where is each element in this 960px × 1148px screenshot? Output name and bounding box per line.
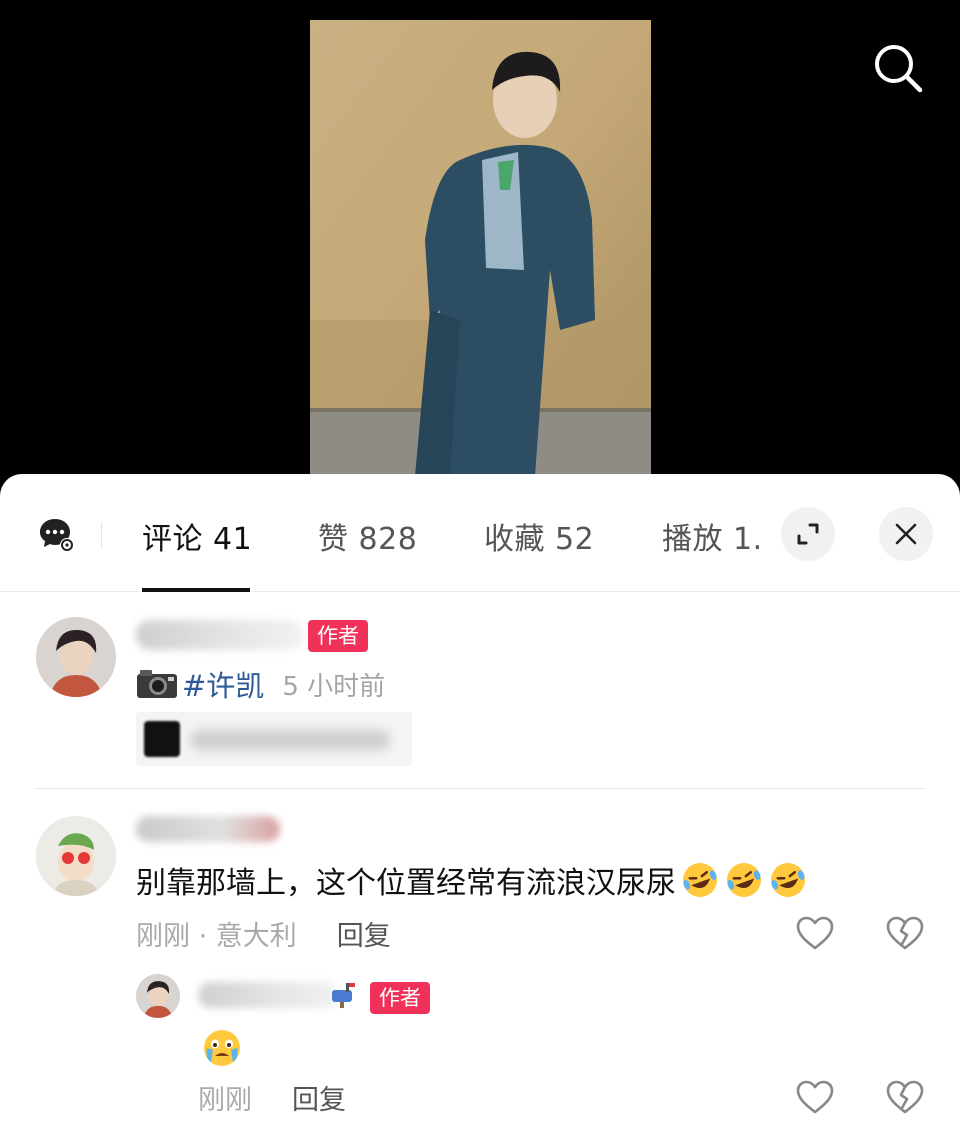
comments-panel: 评论 41 赞 828 收藏 52 播放 1. 作者 #许凯 5 小时前 别靠那… <box>0 474 960 1148</box>
reply-author-username[interactable] <box>198 982 338 1008</box>
attachment-thumb <box>144 721 180 757</box>
chat-bubble-icon[interactable] <box>38 516 76 554</box>
tab-comments[interactable]: 评论 41 <box>142 514 252 558</box>
broken-heart-icon <box>886 1080 924 1114</box>
video-frame[interactable] <box>310 20 651 476</box>
tab-likes[interactable]: 赞 828 <box>318 514 417 558</box>
reply-reply-button[interactable]: 回复 <box>292 1078 346 1117</box>
rofl-emoji-icon <box>771 863 805 897</box>
video-player[interactable] <box>0 0 960 480</box>
close-icon <box>895 523 917 545</box>
tab-divider <box>101 522 102 548</box>
comment-reply-button[interactable]: 回复 <box>337 914 391 953</box>
tab-plays[interactable]: 播放 1. <box>662 514 763 558</box>
search-icon <box>875 45 923 93</box>
comment-separator <box>36 788 924 789</box>
mailbox-emoji-icon <box>332 983 355 1008</box>
search-button[interactable] <box>870 40 926 96</box>
post-time: 5 小时前 <box>282 671 386 702</box>
comment-dislike-button[interactable] <box>885 914 925 954</box>
heart-icon <box>796 916 834 950</box>
commenter-username[interactable] <box>136 816 280 842</box>
reply-time: 刚刚 <box>198 1085 252 1116</box>
reply-dislike-button[interactable] <box>885 1078 925 1118</box>
author-post-line: #许凯 5 小时前 <box>136 664 385 704</box>
reply-author-tag: 作者 <box>370 982 430 1014</box>
comment-body: 别靠那墙上，这个位置经常有流浪汉尿尿 <box>136 858 808 902</box>
expand-button[interactable] <box>781 507 835 561</box>
comment-text: 别靠那墙上，这个位置经常有流浪汉尿尿 <box>136 866 676 901</box>
comment-like-button[interactable] <box>795 914 835 954</box>
tab-bar: 评论 41 赞 828 收藏 52 播放 1. <box>0 474 960 592</box>
broken-heart-icon <box>886 916 924 950</box>
comment-time-location: 刚刚 · 意大利 <box>136 921 297 952</box>
close-button[interactable] <box>879 507 933 561</box>
reply-like-button[interactable] <box>795 1078 835 1118</box>
attachment-card[interactable] <box>136 712 412 766</box>
camera-emoji-icon <box>137 670 177 698</box>
attachment-text-blur <box>190 730 390 750</box>
author-avatar[interactable] <box>36 617 116 697</box>
author-username[interactable] <box>136 620 304 650</box>
hashtag-link[interactable]: #许凯 <box>182 663 264 705</box>
comment-meta: 刚刚 · 意大利 回复 <box>136 914 391 953</box>
tab-favorites[interactable]: 收藏 52 <box>484 514 594 558</box>
crying-emoji-icon <box>204 1030 240 1066</box>
active-tab-indicator <box>142 588 250 592</box>
reply-author-avatar[interactable] <box>136 974 180 1018</box>
commenter-avatar[interactable] <box>36 816 116 896</box>
rofl-emoji-icon <box>683 863 717 897</box>
rofl-emoji-icon <box>727 863 761 897</box>
expand-icon <box>797 523 819 545</box>
heart-icon <box>796 1080 834 1114</box>
author-tag: 作者 <box>308 620 368 652</box>
reply-meta: 刚刚 回复 <box>198 1078 346 1117</box>
